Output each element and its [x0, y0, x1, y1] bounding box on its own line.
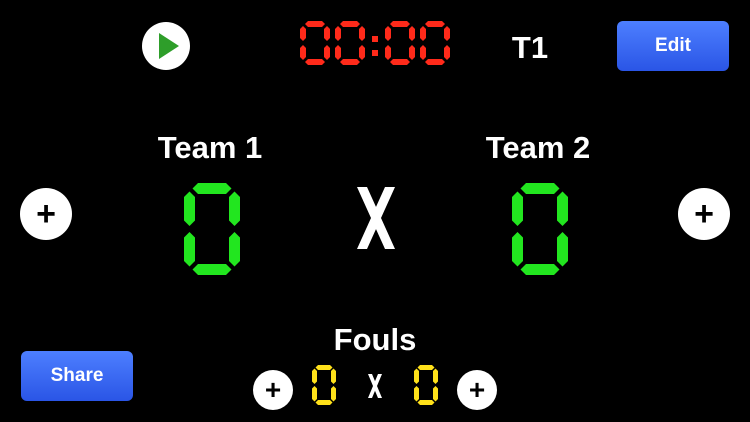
- plus-icon: +: [264, 374, 282, 405]
- game-timer: [300, 18, 450, 72]
- plus-icon: +: [694, 194, 714, 233]
- team1-add-score-button[interactable]: +: [20, 188, 72, 240]
- team2-score: [512, 183, 568, 280]
- fouls-separator-x: [368, 374, 382, 398]
- period-indicator: T1: [511, 30, 549, 65]
- team2-add-score-button[interactable]: +: [678, 188, 730, 240]
- share-button[interactable]: Share: [21, 351, 133, 401]
- plus-icon: +: [36, 194, 56, 233]
- digit: [300, 20, 330, 65]
- fouls-label: Fouls: [333, 322, 417, 357]
- digit: [512, 183, 568, 275]
- team1-name: Team 1: [157, 130, 263, 165]
- play-icon: [159, 33, 179, 59]
- team2-name: Team 2: [485, 130, 591, 165]
- play-button[interactable]: [142, 22, 190, 70]
- plus-icon: +: [468, 374, 486, 405]
- digit: [335, 20, 365, 65]
- team1-fouls: [312, 365, 336, 410]
- timer-seconds: [385, 20, 450, 70]
- score-separator-x: [357, 187, 395, 249]
- team1-score: [184, 183, 240, 280]
- digit: [184, 183, 240, 275]
- digit: [420, 20, 450, 65]
- digit: [385, 20, 415, 65]
- digit: [414, 365, 438, 405]
- team2-add-foul-button[interactable]: +: [457, 370, 497, 410]
- timer-minutes: [300, 20, 365, 70]
- edit-button[interactable]: Edit: [617, 21, 729, 71]
- team2-fouls: [414, 365, 438, 410]
- timer-colon: [372, 36, 378, 56]
- digit: [312, 365, 336, 405]
- team1-add-foul-button[interactable]: +: [253, 370, 293, 410]
